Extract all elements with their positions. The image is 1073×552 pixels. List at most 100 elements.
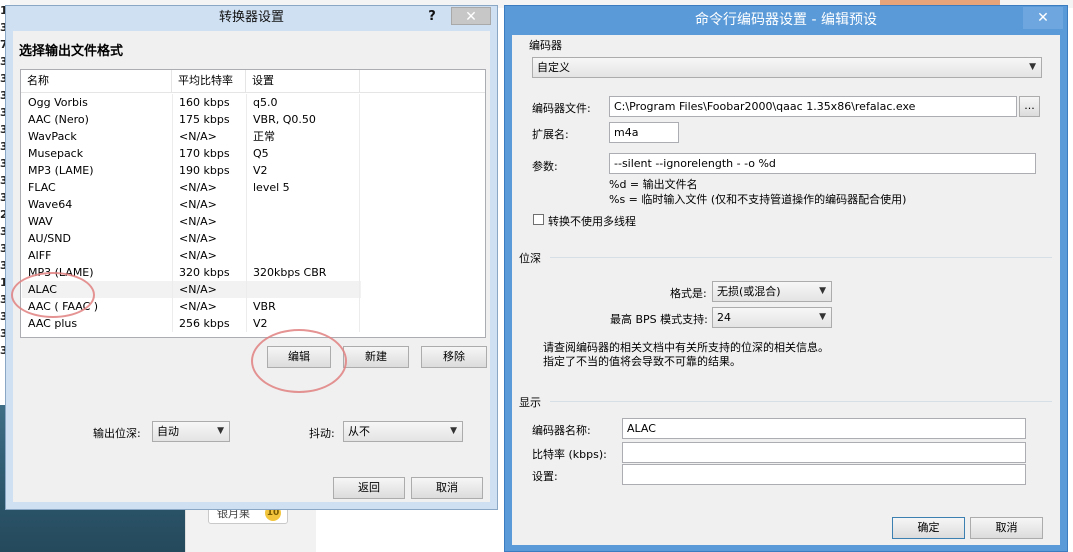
- format-row[interactable]: MP3 (LAME) 190 kbps V2: [22, 162, 361, 179]
- bit-depth-group-label: 位深: [519, 252, 541, 265]
- format-label: 格式是:: [670, 287, 707, 300]
- format-row[interactable]: Musepack 170 kbps Q5: [22, 145, 361, 162]
- cancel-button[interactable]: 取消: [970, 517, 1043, 539]
- format-setting-cell: [246, 196, 360, 213]
- ok-button[interactable]: 确定: [892, 517, 965, 539]
- format-name-cell: Musepack: [28, 147, 84, 160]
- format-bitrate-cell: <N/A>: [172, 298, 246, 315]
- remove-button[interactable]: 移除: [421, 346, 487, 368]
- max-bps-value: 24: [717, 311, 731, 324]
- hint-temp-input: %s = 临时输入文件 (仅和不支持管道操作的编码器配合使用): [609, 193, 907, 206]
- format-setting-cell: [246, 247, 360, 264]
- settings-field[interactable]: [622, 464, 1026, 485]
- format-bitrate-cell: <N/A>: [172, 230, 246, 247]
- format-setting-cell: [246, 213, 360, 230]
- chevron-down-icon: ▼: [819, 286, 826, 296]
- format-setting-cell: q5.0: [246, 94, 360, 111]
- encoder-file-field[interactable]: C:\Program Files\Foobar2000\qaac 1.35x86…: [609, 96, 1017, 117]
- converter-title-bar[interactable]: 转换器设置 ? ✕: [6, 6, 497, 30]
- format-row[interactable]: WavPack <N/A> 正常: [22, 128, 361, 145]
- format-name-cell: Ogg Vorbis: [28, 96, 88, 109]
- cancel-button[interactable]: 取消: [411, 477, 483, 499]
- help-button[interactable]: ?: [424, 6, 440, 28]
- format-select-value: 无损(或混合): [717, 285, 781, 298]
- output-bit-depth-value: 自动: [157, 425, 179, 438]
- format-row[interactable]: AIFF <N/A>: [22, 247, 361, 264]
- encoder-client-area: 编码器 自定义 ▼ 编码器文件: C:\Program Files\Foobar…: [512, 35, 1060, 545]
- dither-value: 从不: [348, 425, 370, 438]
- no-multithread-label[interactable]: 转换不使用多线程: [548, 213, 636, 229]
- format-list-header: 名称 平均比特率 设置: [21, 70, 485, 93]
- format-setting-cell: [246, 230, 360, 247]
- output-format-heading: 选择输出文件格式: [19, 44, 124, 59]
- format-row[interactable]: AAC (Nero) 175 kbps VBR, Q0.50: [22, 111, 361, 128]
- format-row[interactable]: Wave64 <N/A>: [22, 196, 361, 213]
- chevron-down-icon: ▼: [217, 426, 224, 436]
- back-button[interactable]: 返回: [333, 477, 405, 499]
- output-bit-depth-select[interactable]: 自动 ▼: [152, 421, 230, 442]
- format-bitrate-cell: <N/A>: [172, 213, 246, 230]
- settings-label: 设置:: [532, 470, 558, 483]
- format-select[interactable]: 无损(或混合) ▼: [712, 281, 832, 302]
- max-bps-select[interactable]: 24 ▼: [712, 307, 832, 328]
- close-button[interactable]: ✕: [1023, 7, 1063, 29]
- bitrate-label: 比特率 (kbps):: [532, 448, 607, 461]
- max-bps-label: 最高 BPS 模式支持:: [610, 313, 708, 326]
- format-name-cell: AAC (Nero): [28, 113, 89, 126]
- column-name[interactable]: 名称: [21, 70, 172, 92]
- format-setting-cell: 320kbps CBR: [246, 264, 360, 281]
- format-bitrate-cell: 320 kbps: [172, 264, 246, 281]
- format-setting-cell: Q5: [246, 145, 360, 162]
- dither-select[interactable]: 从不 ▼: [343, 421, 463, 442]
- close-button[interactable]: ✕: [451, 7, 491, 25]
- format-bitrate-cell: 170 kbps: [172, 145, 246, 162]
- format-bitrate-cell: 256 kbps: [172, 315, 246, 332]
- encoder-name-field[interactable]: ALAC: [622, 418, 1026, 439]
- chevron-down-icon: ▼: [819, 312, 826, 322]
- format-row[interactable]: AU/SND <N/A>: [22, 230, 361, 247]
- extension-field[interactable]: m4a: [609, 122, 679, 143]
- encoder-name-label: 编码器名称:: [532, 424, 591, 437]
- converter-title: 转换器设置: [218, 10, 284, 25]
- format-bitrate-cell: <N/A>: [172, 247, 246, 264]
- format-name-cell: WavPack: [28, 130, 77, 143]
- format-name-cell: FLAC: [28, 181, 56, 194]
- parameters-label: 参数:: [532, 160, 558, 173]
- encoder-title: 命令行编码器设置 - 编辑预设: [695, 12, 877, 28]
- converter-client-area: 选择输出文件格式 名称 平均比特率 设置 Ogg Vorbis 160 kbps q…: [11, 31, 490, 502]
- format-setting-cell: V2: [246, 162, 360, 179]
- browse-button[interactable]: ...: [1019, 96, 1040, 117]
- encoder-preset-window: 命令行编码器设置 - 编辑预设 ✕ 编码器 自定义 ▼ 编码器文件: C:\Pr…: [504, 5, 1068, 552]
- chevron-down-icon: ▼: [1029, 62, 1036, 72]
- encoder-group-label: 编码器: [529, 39, 562, 52]
- output-bit-depth-label: 输出位深:: [93, 427, 141, 440]
- format-bitrate-cell: 190 kbps: [172, 162, 246, 179]
- format-bitrate-cell: <N/A>: [172, 128, 246, 145]
- annotation-circle-edit: [251, 329, 347, 393]
- bitrate-field[interactable]: [622, 442, 1026, 463]
- format-setting-cell: VBR: [246, 298, 360, 315]
- encoder-file-label: 编码器文件:: [532, 102, 591, 115]
- format-bitrate-cell: 160 kbps: [172, 94, 246, 111]
- format-row[interactable]: Ogg Vorbis 160 kbps q5.0: [22, 94, 361, 111]
- column-bitrate[interactable]: 平均比特率: [172, 70, 246, 92]
- encoder-select[interactable]: 自定义 ▼: [532, 57, 1042, 78]
- format-row[interactable]: FLAC <N/A> level 5: [22, 179, 361, 196]
- format-setting-cell: [246, 281, 360, 298]
- parameters-field[interactable]: --silent --ignorelength - -o %d: [609, 153, 1036, 174]
- encoder-select-value: 自定义: [537, 61, 570, 74]
- format-name-cell: AIFF: [28, 249, 52, 262]
- encoder-title-bar[interactable]: 命令行编码器设置 - 编辑预设 ✕: [505, 6, 1067, 34]
- chevron-down-icon: ▼: [450, 426, 457, 436]
- new-button[interactable]: 新建: [343, 346, 409, 368]
- display-group-label: 显示: [519, 396, 541, 409]
- no-multithread-checkbox[interactable]: [533, 214, 544, 225]
- converter-settings-window: 转换器设置 ? ✕ 选择输出文件格式 名称 平均比特率 设置 Ogg Vorbi…: [5, 5, 498, 510]
- column-settings[interactable]: 设置: [246, 70, 360, 92]
- display-group-divider: [550, 401, 1052, 402]
- format-setting-cell: level 5: [246, 179, 360, 196]
- format-name-cell: AU/SND: [28, 232, 71, 245]
- format-name-cell: WAV: [28, 215, 53, 228]
- format-row[interactable]: WAV <N/A>: [22, 213, 361, 230]
- format-name-cell: Wave64: [28, 198, 73, 211]
